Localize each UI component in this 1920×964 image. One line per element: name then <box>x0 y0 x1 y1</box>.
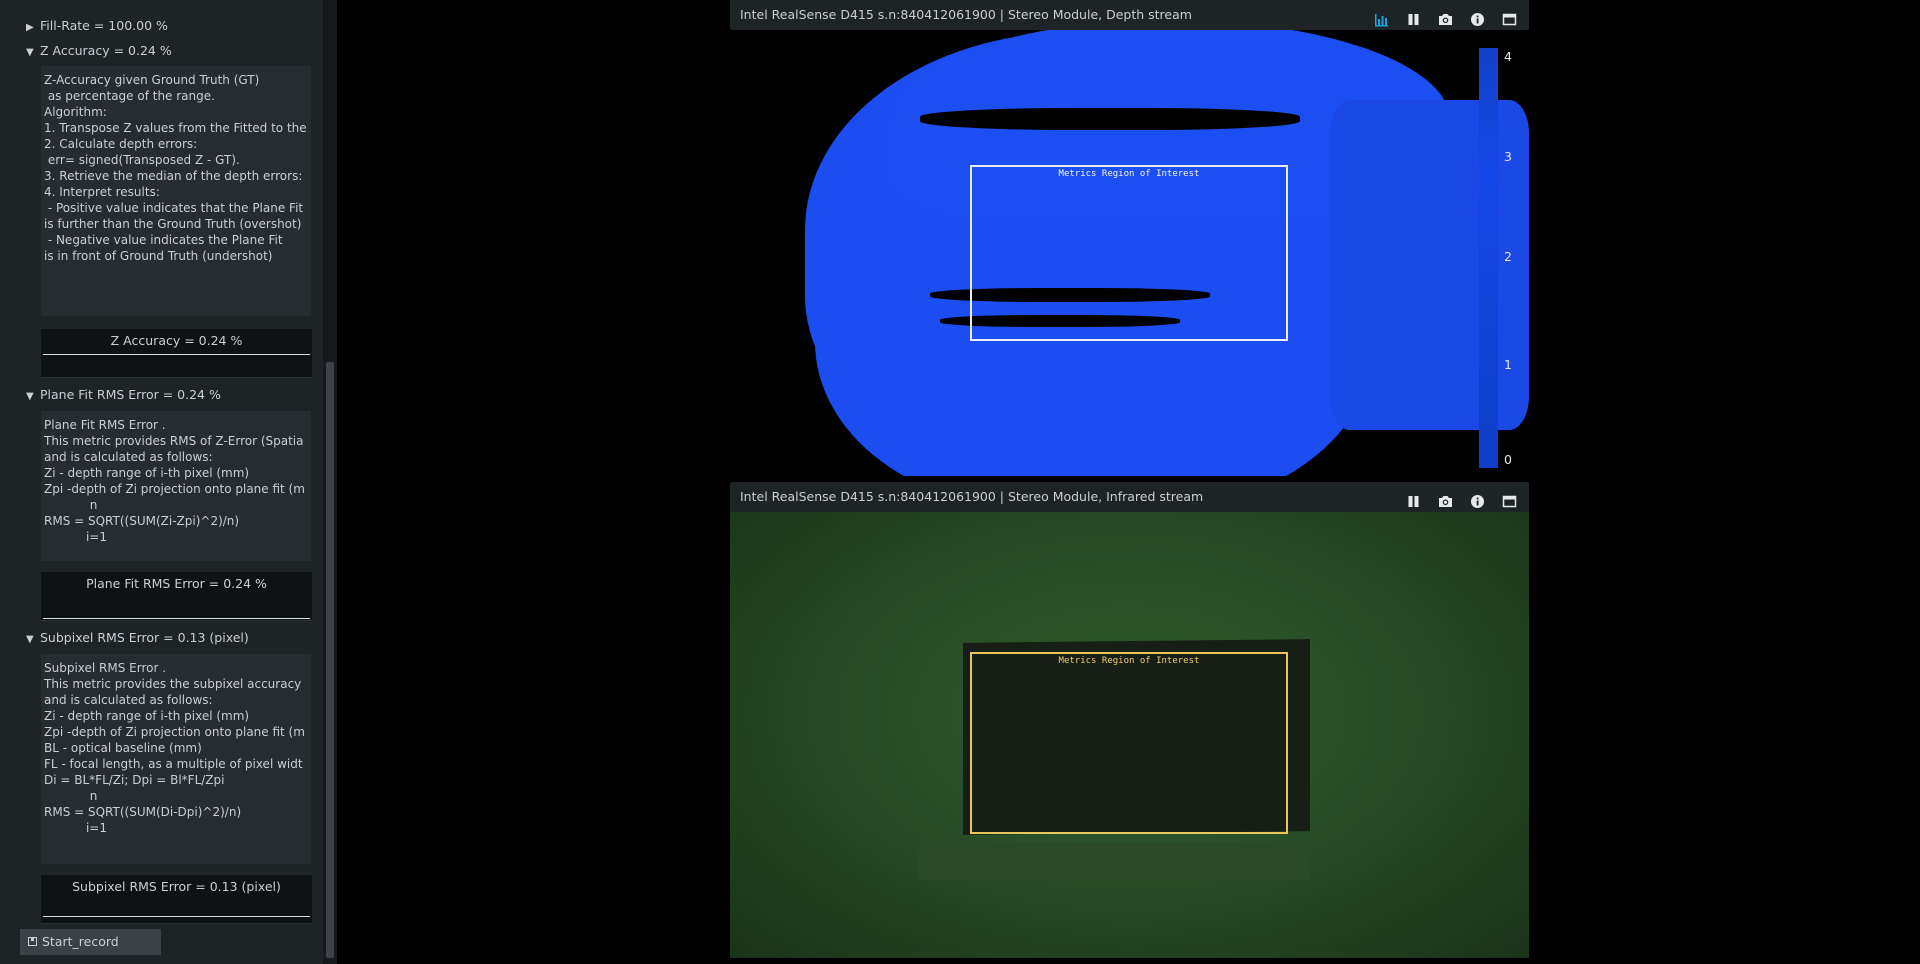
depth-stream-viewer: Intel RealSense D415 s.n:840412061900 | … <box>730 0 1529 476</box>
plot-line <box>43 618 310 619</box>
plot-title: Subpixel RMS Error = 0.13 (pixel) <box>72 879 281 894</box>
start-record-button[interactable]: Start_record <box>20 929 161 955</box>
depth-colorbar <box>1479 48 1498 468</box>
roi-label: Metrics Region of Interest <box>1058 656 1200 666</box>
depth-stream-title: Intel RealSense D415 s.n:840412061900 | … <box>740 7 1192 22</box>
colorbar-tick: 3 <box>1504 149 1512 164</box>
plot-title: Z Accuracy = 0.24 % <box>110 333 243 348</box>
ir-target-stand <box>918 842 1310 880</box>
pause-icon[interactable] <box>1406 490 1421 507</box>
plot-line <box>43 354 310 355</box>
metrics-icon[interactable] <box>1374 8 1389 26</box>
plane-fit-description: Plane Fit RMS Error . This metric provid… <box>41 411 311 561</box>
plane-fit-header[interactable]: ▼ Plane Fit RMS Error = 0.24 % <box>26 387 221 402</box>
colorbar-tick: 2 <box>1504 249 1512 264</box>
collapse-arrow-icon: ▼ <box>26 634 34 645</box>
infrared-stream-title: Intel RealSense D415 s.n:840412061900 | … <box>740 489 1204 504</box>
save-icon <box>28 937 37 946</box>
z-accuracy-description: Z-Accuracy given Ground Truth (GT) as pe… <box>41 66 311 316</box>
depth-region <box>1330 100 1529 430</box>
z-accuracy-header[interactable]: ▼ Z Accuracy = 0.24 % <box>26 43 172 58</box>
plot-title: Plane Fit RMS Error = 0.24 % <box>86 576 267 591</box>
depth-image[interactable]: Metrics Region of Interest 4 3 2 1 0 <box>730 30 1529 476</box>
plane-fit-plot: Plane Fit RMS Error = 0.24 % <box>41 572 312 621</box>
metrics-panel: ▶ Fill-Rate = 100.00 % ▼ Z Accuracy = 0.24… <box>0 0 323 964</box>
depth-stream-header: Intel RealSense D415 s.n:840412061900 | … <box>730 0 1529 30</box>
fill-rate-header[interactable]: ▶ Fill-Rate = 100.00 % <box>26 18 168 33</box>
depth-roi-box[interactable]: Metrics Region of Interest <box>970 165 1288 341</box>
colorbar-tick: 4 <box>1504 49 1512 64</box>
collapse-arrow-icon: ▼ <box>26 47 34 58</box>
camera-icon[interactable] <box>1438 490 1453 507</box>
camera-icon[interactable] <box>1438 8 1453 25</box>
depth-hole <box>920 108 1300 130</box>
maximize-icon[interactable] <box>1502 8 1517 25</box>
info-icon[interactable] <box>1470 490 1485 508</box>
z-accuracy-plot: Z Accuracy = 0.24 % <box>41 329 312 378</box>
pause-icon[interactable] <box>1406 8 1421 25</box>
expand-arrow-icon: ▶ <box>26 22 34 33</box>
subpixel-plot: Subpixel RMS Error = 0.13 (pixel) <box>41 875 312 924</box>
plot-line <box>43 916 310 917</box>
infrared-stream-viewer: Intel RealSense D415 s.n:840412061900 | … <box>730 482 1529 958</box>
colorbar-tick: 0 <box>1504 452 1512 467</box>
roi-label: Metrics Region of Interest <box>1058 169 1200 179</box>
infrared-image[interactable]: Metrics Region of Interest <box>730 512 1529 958</box>
colorbar-tick: 1 <box>1504 357 1512 372</box>
collapse-arrow-icon: ▼ <box>26 391 34 402</box>
maximize-icon[interactable] <box>1502 490 1517 507</box>
panel-scrollbar-thumb[interactable] <box>326 362 334 958</box>
subpixel-header[interactable]: ▼ Subpixel RMS Error = 0.13 (pixel) <box>26 630 249 645</box>
info-icon[interactable] <box>1470 8 1485 26</box>
infrared-roi-box[interactable]: Metrics Region of Interest <box>970 652 1288 834</box>
infrared-stream-header: Intel RealSense D415 s.n:840412061900 | … <box>730 482 1529 512</box>
subpixel-description: Subpixel RMS Error . This metric provide… <box>41 654 311 864</box>
